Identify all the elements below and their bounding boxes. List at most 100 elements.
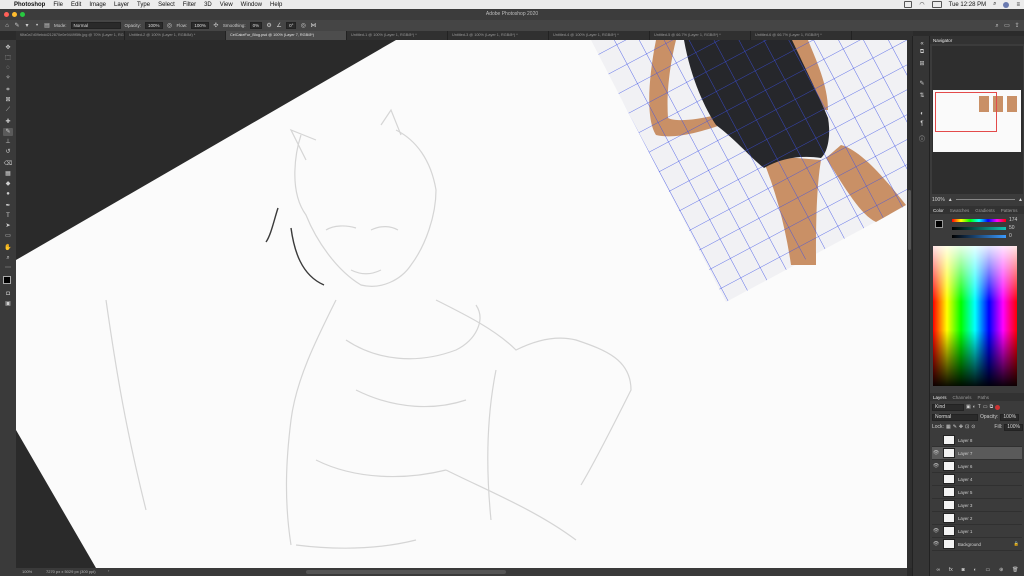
- menu-view[interactable]: View: [220, 2, 233, 8]
- filter-smart-icon[interactable]: ⧉: [990, 404, 994, 410]
- doc-tab-active[interactable]: CelCakeFur_Blog.psd @ 100% (Layer 7, RGB…: [226, 31, 347, 40]
- filter-toggle-icon[interactable]: [995, 404, 1001, 410]
- doc-tab[interactable]: Untitled-5 @ 66.7% (Layer 1, RGB/8*) *: [650, 31, 751, 40]
- lock-paint-icon[interactable]: ✎: [953, 424, 957, 430]
- stamp-tool-icon[interactable]: ⊥: [3, 138, 13, 146]
- filter-type-icon[interactable]: T: [978, 404, 981, 410]
- filter-adjust-icon[interactable]: ◐: [973, 404, 976, 410]
- brushes-panel-icon[interactable]: ⇅: [917, 92, 927, 100]
- saturation-slider[interactable]: [952, 227, 1006, 230]
- zoom-out-icon[interactable]: ▲: [948, 197, 953, 203]
- navigator-zoom-value[interactable]: 100%: [932, 197, 945, 203]
- blur-tool-icon[interactable]: ◆: [3, 180, 13, 188]
- hue-value[interactable]: 174: [1009, 217, 1017, 223]
- document-size[interactable]: 7270 px x 5029 px (300 ppi): [46, 569, 96, 574]
- tab-channels[interactable]: Channels: [950, 395, 975, 400]
- layer-name[interactable]: Layer 4: [958, 477, 972, 482]
- layer-name[interactable]: Background: [958, 542, 981, 547]
- gradient-tool-icon[interactable]: ▦: [3, 170, 13, 178]
- eye-icon[interactable]: 👁: [932, 450, 940, 456]
- link-layers-icon[interactable]: ∞: [936, 567, 940, 573]
- marquee-tool-icon[interactable]: ⬚: [3, 54, 13, 62]
- layer-name[interactable]: Layer 5: [958, 490, 972, 495]
- foreground-color-swatch[interactable]: [3, 276, 11, 284]
- doc-tab[interactable]: Untitled-2 @ 100% (Layer 1, RGB/8#) *: [125, 31, 226, 40]
- layer-name[interactable]: Layer 2: [958, 516, 972, 521]
- mode-select[interactable]: Normal: [70, 22, 121, 29]
- filter-pixel-icon[interactable]: ▣: [966, 404, 971, 410]
- menu-type[interactable]: Type: [137, 2, 150, 8]
- menu-filter[interactable]: Filter: [183, 2, 196, 8]
- smoothing-field[interactable]: 0%: [249, 22, 263, 29]
- doc-tab[interactable]: Untitled-1 @ 100% (Layer 1, RGB/8*) *: [347, 31, 448, 40]
- brush-panel-icon[interactable]: ▤: [44, 23, 50, 29]
- brightness-value[interactable]: 0: [1009, 233, 1012, 239]
- layer-row[interactable]: 👁 Layer 1: [932, 525, 1022, 538]
- layer-name[interactable]: Layer 7: [958, 451, 972, 456]
- tab-patterns[interactable]: Patterns: [998, 208, 1021, 213]
- zoom-readout[interactable]: 100%: [22, 569, 32, 574]
- eye-icon[interactable]: 👁: [932, 528, 940, 534]
- doc-tab[interactable]: Untitled-6 @ 66.7% (Layer 1, RGB/8*) *: [751, 31, 852, 40]
- quick-mask-icon[interactable]: ◘: [3, 290, 13, 298]
- menu-file[interactable]: File: [53, 2, 63, 8]
- doc-tab[interactable]: f8fa0a7d09ebdd212870e0e9449f5fb.jpg @ 70…: [16, 31, 125, 40]
- app-menu[interactable]: Photoshop: [14, 2, 45, 8]
- layer-row[interactable]: Layer 5: [932, 486, 1022, 499]
- pressure-size-icon[interactable]: ◎: [300, 23, 306, 29]
- layer-row[interactable]: Layer 3: [932, 499, 1022, 512]
- eyedropper-icon[interactable]: ⟋: [3, 106, 13, 114]
- add-mask-icon[interactable]: ◙: [962, 567, 965, 573]
- tab-navigator[interactable]: Navigator: [930, 38, 955, 43]
- layer-kind-filter[interactable]: Kind: [932, 403, 964, 411]
- navigator-preview[interactable]: [933, 90, 1021, 152]
- hand-tool-icon[interactable]: ✋: [3, 244, 13, 252]
- layer-row[interactable]: 👁 Layer 6: [932, 460, 1022, 473]
- screen-mode-icon[interactable]: ▣: [3, 300, 13, 308]
- menu-3d[interactable]: 3D: [204, 2, 212, 8]
- adjustments-icon[interactable]: ◐: [917, 110, 927, 118]
- layer-name[interactable]: Layer 6: [958, 464, 972, 469]
- character-panel-icon[interactable]: ¶: [917, 120, 927, 128]
- lock-artboard-icon[interactable]: ⊡: [965, 424, 969, 430]
- share-icon[interactable]: ⇪: [1014, 23, 1020, 29]
- tab-paths[interactable]: Paths: [975, 395, 993, 400]
- lock-position-icon[interactable]: ✥: [959, 424, 963, 430]
- horizontal-scrollbar[interactable]: [306, 570, 506, 574]
- tab-gradients[interactable]: Gradients: [972, 208, 998, 213]
- search-icon[interactable]: ⌕: [993, 1, 996, 8]
- menu-help[interactable]: Help: [270, 2, 282, 8]
- search-icon[interactable]: ⌕: [994, 23, 1000, 29]
- gear-icon[interactable]: ⚙: [266, 23, 272, 29]
- move-tool-icon[interactable]: ✥: [3, 44, 13, 52]
- chevron-down-icon[interactable]: ▾: [24, 23, 30, 29]
- trash-icon[interactable]: 🗑: [1012, 567, 1018, 573]
- saturation-value[interactable]: 50: [1009, 225, 1015, 231]
- symmetry-icon[interactable]: ⋈: [310, 23, 316, 29]
- history-brush-icon[interactable]: ↺: [3, 148, 13, 156]
- tab-layers[interactable]: Layers: [930, 395, 950, 400]
- color-spectrum[interactable]: [933, 246, 1017, 386]
- zoom-in-icon[interactable]: ▲: [1018, 197, 1023, 203]
- opacity-field[interactable]: 100%: [145, 22, 163, 29]
- pen-tool-icon[interactable]: ✒: [3, 202, 13, 210]
- healing-brush-icon[interactable]: ✚: [3, 118, 13, 126]
- layer-name[interactable]: Layer 1: [958, 529, 972, 534]
- path-select-icon[interactable]: ➤: [3, 222, 13, 230]
- home-icon[interactable]: ⌂: [4, 23, 10, 29]
- canvas-area[interactable]: [16, 40, 907, 568]
- pressure-opacity-icon[interactable]: ◎: [167, 23, 173, 29]
- lasso-tool-icon[interactable]: ◌: [3, 64, 13, 72]
- brush-tool-icon[interactable]: ✎: [14, 23, 20, 29]
- new-group-icon[interactable]: ▭: [985, 567, 990, 573]
- blend-mode-select[interactable]: Normal: [932, 413, 978, 421]
- history-panel-icon[interactable]: ⧉: [917, 48, 927, 56]
- angle-field[interactable]: 0°: [286, 22, 297, 29]
- layer-row-selected[interactable]: 👁 Layer 7: [932, 447, 1022, 460]
- lock-all-icon[interactable]: ⊙: [971, 424, 975, 430]
- user-icon[interactable]: [1003, 1, 1010, 8]
- angle-icon[interactable]: ∠: [276, 23, 282, 29]
- fill-field[interactable]: 100%: [1004, 423, 1023, 431]
- eye-icon[interactable]: 👁: [932, 463, 940, 469]
- menu-edit[interactable]: Edit: [71, 2, 81, 8]
